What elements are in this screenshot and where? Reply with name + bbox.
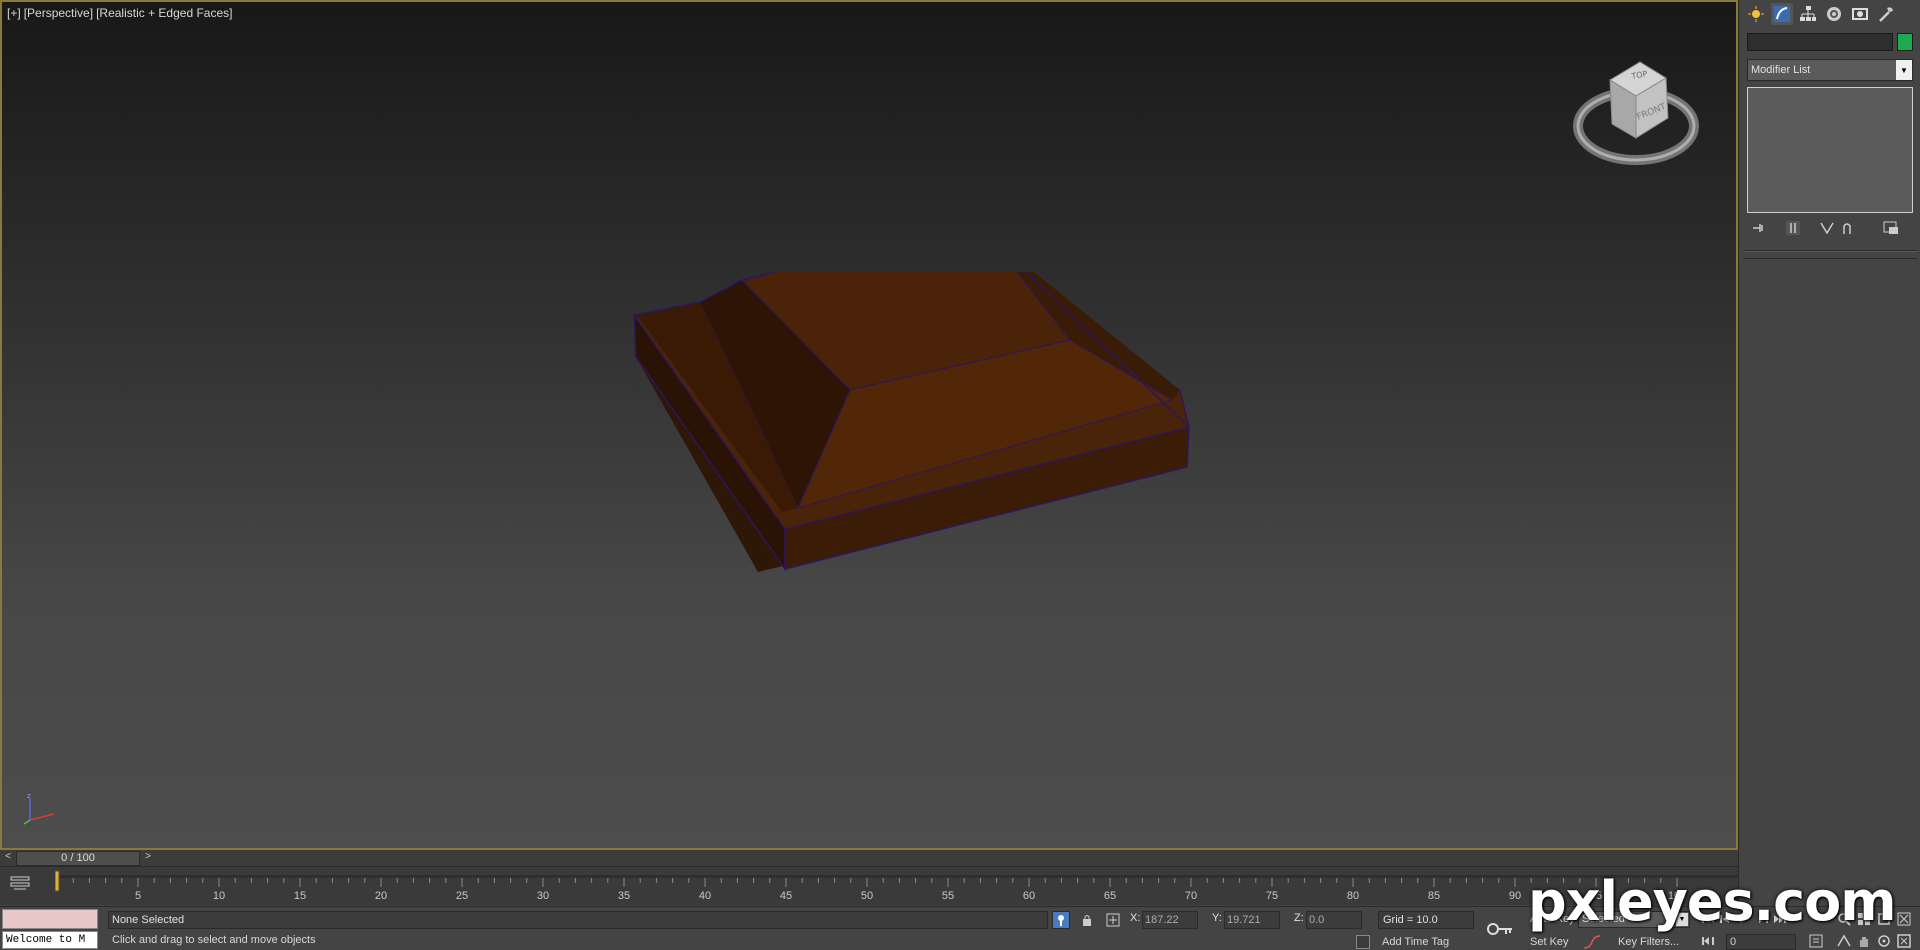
modifier-list-label: Modifier List [1751,64,1811,76]
command-panel-tabs [1745,3,1897,27]
z-coord-label: Z: [1294,912,1304,924]
object-name-field[interactable] [1747,33,1893,51]
x-coord-field[interactable]: 187.22 [1142,911,1198,929]
maxscript-listener-output[interactable] [2,909,98,929]
selection-info: None Selected [108,911,1048,929]
set-key-icon[interactable] [1486,919,1514,939]
track-bar-tick-label: 15 [294,890,306,902]
axis-tripod-icon: z [23,792,55,825]
track-bar-tick-label: 20 [375,890,387,902]
track-bar-tick-label: 55 [942,890,954,902]
track-bar-tick-label: 75 [1266,890,1278,902]
track-bar-tick-label: 10 [213,890,225,902]
make-unique-icon[interactable] [1817,219,1837,237]
watermark-logo: pxleyes.com [1528,870,1896,933]
viewport-view-label[interactable]: [Perspective] [24,6,93,20]
pin-stack-icon[interactable] [1749,219,1769,237]
track-bar[interactable]: 5 10 15 20 25 30 35 40 45 50 55 60 65 70 75 80 85 90 95 100 [0,867,1738,905]
y-coord-field[interactable]: 19.721 [1224,911,1280,929]
orbit-icon[interactable] [1876,933,1892,949]
x-coord-label: X: [1130,912,1141,924]
pan-view-icon[interactable] [1856,933,1872,949]
viewport-menu-plus[interactable]: [+] [7,6,21,20]
track-bar-tick-label: 65 [1104,890,1116,902]
track-bar-tick-label: 25 [456,890,468,902]
set-key-button[interactable]: Set Key [1530,936,1569,948]
viewport-label[interactable]: [+] [Perspective] [Realistic + Edged Faces… [7,6,235,20]
time-slider-next-button[interactable]: > [142,851,154,865]
prompt-line: Click and drag to select and move object… [112,934,316,946]
panel-divider [1743,258,1917,260]
modifier-stack[interactable] [1747,87,1913,213]
create-icon[interactable] [1745,3,1767,25]
show-end-result-icon[interactable] [1783,219,1803,237]
configure-modifier-sets-icon[interactable] [1881,219,1901,237]
perspective-viewport[interactable]: [+] [Perspective] [Realistic + Edged Faces… [0,0,1738,850]
time-slider-thumb[interactable]: 0 / 100 [16,851,140,866]
modifier-stack-toolbar [1749,218,1915,238]
track-bar-tick-label: 85 [1428,890,1440,902]
track-bar-tick-label: 35 [618,890,630,902]
maximize-viewport-icon[interactable] [1896,933,1912,949]
track-bar-tick-label: 90 [1509,890,1521,902]
viewcube[interactable]: TOP FRONT [1570,54,1710,174]
hierarchy-icon[interactable] [1797,3,1819,25]
track-bar-tick-label: 45 [780,890,792,902]
lock-selection-icon[interactable] [1078,911,1096,929]
add-time-tag-button[interactable]: Add Time Tag [1382,936,1449,948]
key-mode-toggle-icon[interactable] [1700,933,1716,949]
svg-text:z: z [27,792,31,800]
time-slider[interactable]: < 0 / 100 > [0,850,1738,867]
key-filters-button[interactable]: Key Filters... [1618,936,1679,948]
remove-modifier-icon[interactable] [1837,219,1857,237]
grid-size-readout: Grid = 10.0 [1378,911,1474,929]
track-bar-tick-label: 70 [1185,890,1197,902]
chamfered-box-object[interactable] [622,272,1202,712]
time-slider-prev-button[interactable]: < [2,851,14,865]
object-color-swatch[interactable] [1897,33,1913,51]
current-frame-marker[interactable] [55,870,60,892]
track-bar-tick-label: 80 [1347,890,1359,902]
isolate-selection-icon[interactable] [1052,911,1070,929]
chevron-down-icon[interactable]: ▼ [1896,60,1912,80]
modify-icon[interactable] [1771,3,1793,25]
zoom-extents-all-icon[interactable] [1896,911,1912,927]
z-coord-field[interactable]: 0.0 [1306,911,1362,929]
maxscript-mini-listener[interactable]: Welcome to M [2,931,98,949]
command-panel: Modifier List ▼ [1738,0,1920,908]
display-icon[interactable] [1849,3,1871,25]
viewport-shading-label[interactable]: [Realistic + Edged Faces] [96,6,232,20]
track-bar-tick-label: 50 [861,890,873,902]
mini-curve-editor-icon[interactable] [10,875,32,893]
add-time-tag-checkbox[interactable] [1356,935,1370,949]
utilities-icon[interactable] [1875,3,1897,25]
track-bar-tick-label: 40 [699,890,711,902]
track-bar-tick-label: 60 [1023,890,1035,902]
track-bar-tick-label: 30 [537,890,549,902]
motion-icon[interactable] [1823,3,1845,25]
panel-divider [1743,250,1917,252]
modifier-list-dropdown[interactable]: Modifier List ▼ [1747,59,1913,81]
time-configuration-icon[interactable] [1808,933,1824,949]
absolute-mode-transform-icon[interactable] [1104,911,1122,929]
field-of-view-icon[interactable] [1836,933,1852,949]
track-bar-tick-label: 5 [135,890,141,902]
track-bar-ruler[interactable]: 5 10 15 20 25 30 35 40 45 50 55 60 65 70 75 80 85 90 95 100 [55,867,1738,905]
y-coord-label: Y: [1212,912,1222,924]
